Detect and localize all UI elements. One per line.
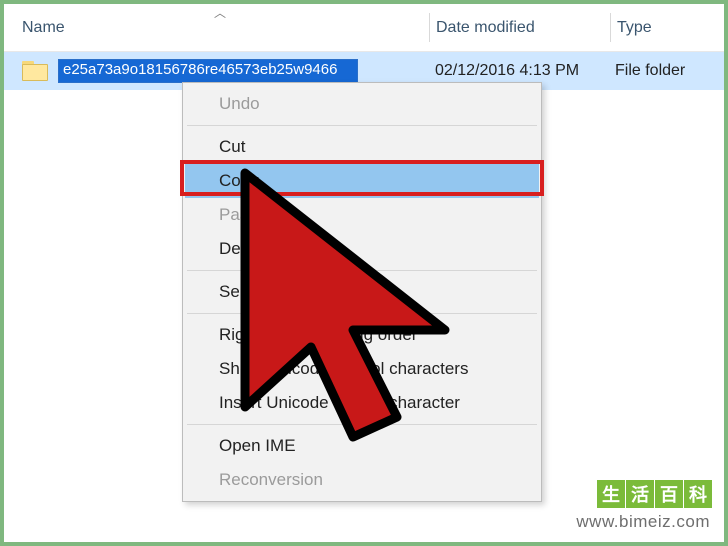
menu-item-rtl[interactable]: Right to left Reading order <box>185 318 539 352</box>
watermark-char: 科 <box>684 480 712 508</box>
column-header-date[interactable]: Date modified <box>430 19 610 37</box>
rename-input[interactable]: e25a73a9o18156786re46573eb25w9466 <box>58 59 358 83</box>
menu-item-show-unicode[interactable]: Show Unicode control characters <box>185 352 539 386</box>
file-date-cell: 02/12/2016 4:13 PM <box>429 62 609 80</box>
column-header-type-label: Type <box>617 19 652 36</box>
column-header-row: Name Date modified Type <box>4 4 724 52</box>
menu-separator <box>187 313 537 314</box>
watermark-char: 百 <box>655 480 683 508</box>
menu-separator <box>187 125 537 126</box>
watermark-char: 活 <box>626 480 654 508</box>
watermark-logo: 生 活 百 科 <box>597 480 712 508</box>
menu-separator <box>187 270 537 271</box>
column-header-name[interactable]: Name <box>4 19 429 37</box>
menu-item-cut[interactable]: Cut <box>185 130 539 164</box>
menu-item-reconversion[interactable]: Reconversion <box>185 463 539 497</box>
watermark-url: www.bimeiz.com <box>576 512 710 532</box>
folder-icon <box>22 61 48 81</box>
menu-item-copy[interactable]: Copy <box>185 164 539 198</box>
file-date-label: 02/12/2016 4:13 PM <box>435 62 579 79</box>
column-header-date-label: Date modified <box>436 19 535 36</box>
menu-item-undo[interactable]: Undo <box>185 87 539 121</box>
menu-item-select-all[interactable]: Select All <box>185 275 539 309</box>
file-name-cell: e25a73a9o18156786re46573eb25w9466 <box>4 59 429 83</box>
menu-separator <box>187 424 537 425</box>
context-menu: Undo Cut Copy Paste Delete Select All Ri… <box>182 82 542 502</box>
menu-item-delete[interactable]: Delete <box>185 232 539 266</box>
sort-caret-icon: ︿ <box>214 4 226 21</box>
menu-item-open-ime[interactable]: Open IME <box>185 429 539 463</box>
file-type-label: File folder <box>615 62 685 79</box>
file-type-cell: File folder <box>609 62 724 80</box>
watermark-char: 生 <box>597 480 625 508</box>
column-header-type[interactable]: Type <box>611 19 724 37</box>
menu-item-paste[interactable]: Paste <box>185 198 539 232</box>
menu-item-insert-unicode[interactable]: Insert Unicode control character <box>185 386 539 420</box>
column-header-name-label: Name <box>22 19 65 37</box>
